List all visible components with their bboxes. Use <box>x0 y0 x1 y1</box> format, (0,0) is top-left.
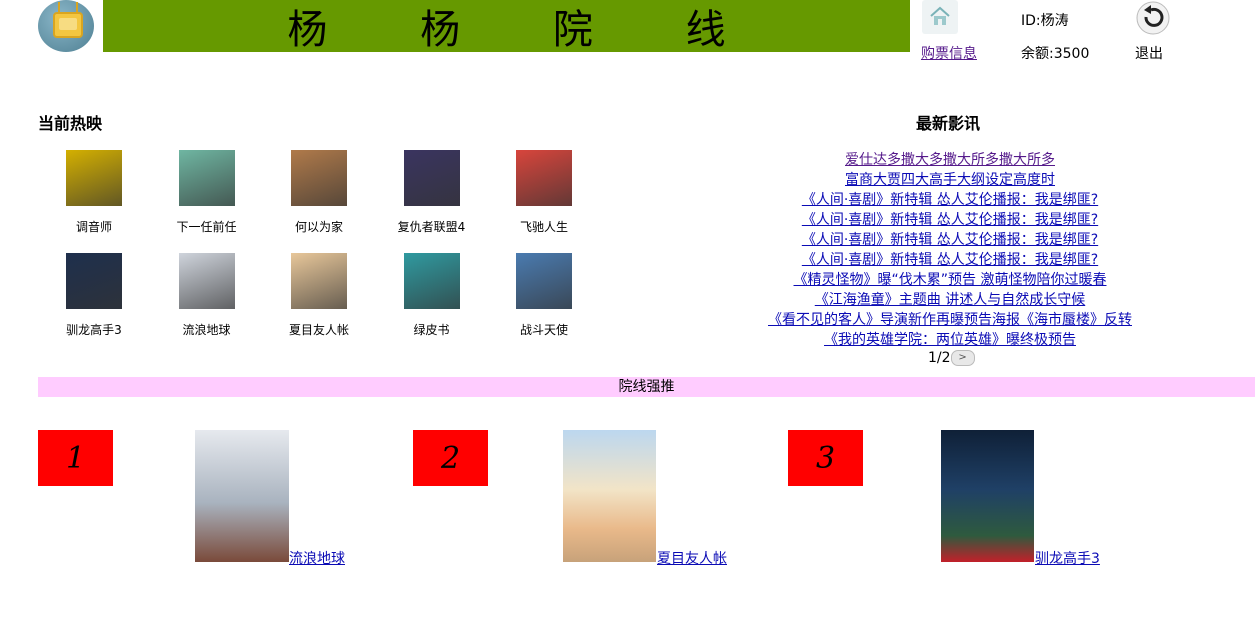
site-title: 杨 杨 院 线 <box>287 7 766 53</box>
movie-item[interactable]: 绿皮书 <box>377 253 487 338</box>
movie-name: 下一任前任 <box>176 220 237 234</box>
movie-name: 绿皮书 <box>413 323 450 337</box>
news-item[interactable]: 《人间·喜剧》新特辑 怂人艾伦播报：我是绑匪? <box>700 190 1200 210</box>
news-item[interactable]: 《人间·喜剧》新特辑 怂人艾伦播报：我是绑匪? <box>700 250 1200 270</box>
movie-poster[interactable] <box>291 150 347 206</box>
logout-icon[interactable] <box>1135 0 1171 36</box>
movie-name: 何以为家 <box>294 220 343 234</box>
movie-item[interactable]: 战斗天使 <box>489 253 599 338</box>
movie-item[interactable]: 何以为家 <box>264 150 374 235</box>
page-indicator: 1/2 <box>928 350 951 366</box>
movie-item[interactable]: 驯龙高手3 <box>39 253 149 338</box>
movie-name: 夏目友人帐 <box>288 323 349 337</box>
promo-bar: 院线强推 <box>38 377 1255 397</box>
news-item[interactable]: 《人间·喜剧》新特辑 怂人艾伦播报：我是绑匪? <box>700 230 1200 250</box>
movie-name: 飞驰人生 <box>519 220 568 234</box>
now-showing-title: 当前热映 <box>38 114 103 133</box>
movie-name: 战斗天使 <box>519 323 568 337</box>
promo-poster[interactable] <box>195 430 289 562</box>
promo-poster[interactable] <box>563 430 656 562</box>
rank-badge: 1 <box>38 430 113 486</box>
news-pager: 1/2 > <box>928 350 975 366</box>
movie-poster[interactable] <box>66 253 122 309</box>
movie-poster[interactable] <box>291 253 347 309</box>
movie-name: 复仇者联盟4 <box>397 220 466 234</box>
home-icon[interactable] <box>922 0 958 34</box>
purchase-info-link[interactable]: 购票信息 <box>921 43 977 63</box>
movie-name: 调音师 <box>75 220 112 234</box>
news-item[interactable]: 富商大贾四大高手大纲设定高度时 <box>700 170 1200 190</box>
news-list: 爱仕达多撒大多撒大所多撒大所多 富商大贾四大高手大纲设定高度时 《人间·喜剧》新… <box>700 150 1200 350</box>
news-item[interactable]: 《人间·喜剧》新特辑 怂人艾伦播报：我是绑匪? <box>700 210 1200 230</box>
movie-item[interactable]: 夏目友人帐 <box>264 253 374 338</box>
movie-poster[interactable] <box>516 253 572 309</box>
movie-item[interactable]: 复仇者联盟4 <box>377 150 487 235</box>
promo-movie-link[interactable]: 夏目友人帐 <box>657 548 727 568</box>
movie-poster[interactable] <box>178 253 235 309</box>
balance: 余额:3500 <box>1021 46 1090 62</box>
user-id: ID:杨涛 <box>1021 13 1069 29</box>
news-item[interactable]: 《我的英雄学院：两位英雄》曝终极预告 <box>700 330 1200 350</box>
news-item[interactable]: 《精灵怪物》曝“伐木累”预告 激萌怪物陪你过暖春 <box>700 270 1200 290</box>
movie-item[interactable]: 调音师 <box>39 150 149 235</box>
site-title-banner: 杨 杨 院 线 <box>103 0 910 53</box>
news-item[interactable]: 《江海渔童》主题曲 讲述人与自然成长守候 <box>700 290 1200 310</box>
movie-name: 驯龙高手3 <box>66 323 122 337</box>
rank-badge: 2 <box>413 430 488 486</box>
movie-poster[interactable] <box>178 150 235 206</box>
movie-name: 流浪地球 <box>182 323 231 337</box>
news-title: 最新影讯 <box>916 114 981 133</box>
movie-item[interactable]: 飞驰人生 <box>489 150 599 235</box>
rank-badge: 3 <box>788 430 863 486</box>
promo-movie-link[interactable]: 驯龙高手3 <box>1035 548 1100 568</box>
news-item[interactable]: 爱仕达多撒大多撒大所多撒大所多 <box>700 150 1200 170</box>
movie-poster[interactable] <box>516 150 572 206</box>
movie-poster[interactable] <box>403 150 460 206</box>
promo-movie-link[interactable]: 流浪地球 <box>289 548 345 568</box>
next-page-icon[interactable]: > <box>950 350 975 366</box>
news-item[interactable]: 《看不见的客人》导演新作再曝预告海报《海市蜃楼》反转 <box>700 310 1200 330</box>
movie-poster[interactable] <box>66 150 122 206</box>
promo-poster[interactable] <box>941 430 1034 562</box>
logo-icon <box>38 0 94 52</box>
movie-poster[interactable] <box>403 253 460 309</box>
movie-item[interactable]: 下一任前任 <box>152 150 262 235</box>
movie-item[interactable]: 流浪地球 <box>152 253 262 338</box>
logout-button[interactable]: 退出 <box>1135 43 1163 63</box>
